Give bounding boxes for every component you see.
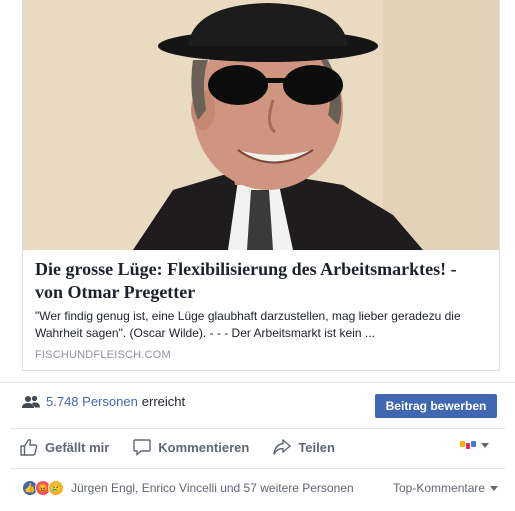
- divider: [10, 468, 505, 469]
- people-icon: [22, 395, 40, 408]
- link-domain: FISCHUNDFLEISCH.COM: [35, 349, 171, 361]
- thumbs-up-icon: [20, 438, 38, 456]
- reactions-names[interactable]: Jürgen Engl, Enrico Vincelli und 57 weit…: [71, 481, 354, 495]
- divider: [10, 428, 505, 429]
- link-preview-card[interactable]: Die grosse Lüge: Flexibilisierung des Ar…: [22, 0, 500, 371]
- comment-button[interactable]: Kommentieren: [133, 438, 249, 456]
- link-description[interactable]: "Wer findig genug ist, eine Lüge glaubha…: [35, 308, 487, 342]
- reach-stats: 5.748 Personen erreicht: [22, 394, 185, 409]
- reach-count[interactable]: 5.748 Personen: [46, 394, 138, 409]
- link-title[interactable]: Die grosse Lüge: Flexibilisierung des Ar…: [35, 258, 487, 304]
- reaction-icons: 👍 😡 😢: [22, 480, 64, 496]
- chevron-down-icon: [481, 443, 489, 448]
- comment-icon: [133, 439, 151, 456]
- reaction-selector[interactable]: [460, 440, 490, 452]
- comment-sort-label: Top-Kommentare: [393, 481, 486, 495]
- like-label: Gefällt mir: [45, 439, 110, 455]
- sad-reaction-icon: 😢: [48, 480, 64, 496]
- like-button[interactable]: Gefällt mir: [20, 438, 109, 456]
- portrait-photo: [23, 0, 499, 250]
- comment-label: Kommentieren: [158, 439, 250, 455]
- comment-sort-dropdown[interactable]: Top-Kommentare: [393, 481, 499, 495]
- page-avatar-icon: [460, 441, 476, 449]
- link-preview-image[interactable]: [23, 0, 499, 250]
- chevron-down-icon: [490, 486, 499, 491]
- divider: [0, 382, 515, 383]
- share-icon: [273, 439, 292, 455]
- share-button[interactable]: Teilen: [273, 438, 335, 456]
- reach-label: erreicht: [141, 394, 186, 409]
- post-actions: Gefällt mir Kommentieren Teilen: [20, 434, 498, 460]
- share-label: Teilen: [298, 439, 335, 455]
- promote-post-button[interactable]: Beitrag bewerben: [375, 394, 497, 418]
